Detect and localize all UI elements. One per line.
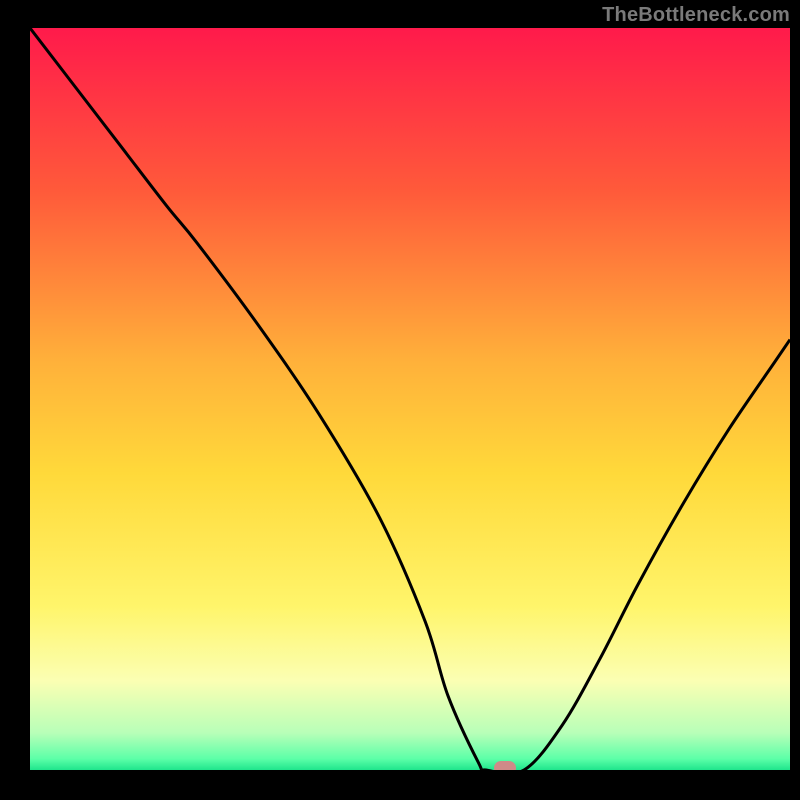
optimum-marker [494, 761, 516, 770]
chart-frame: TheBottleneck.com [0, 0, 800, 800]
gradient-background [30, 28, 790, 770]
watermark: TheBottleneck.com [602, 4, 790, 27]
chart-svg [30, 28, 790, 770]
plot-area [30, 28, 790, 770]
